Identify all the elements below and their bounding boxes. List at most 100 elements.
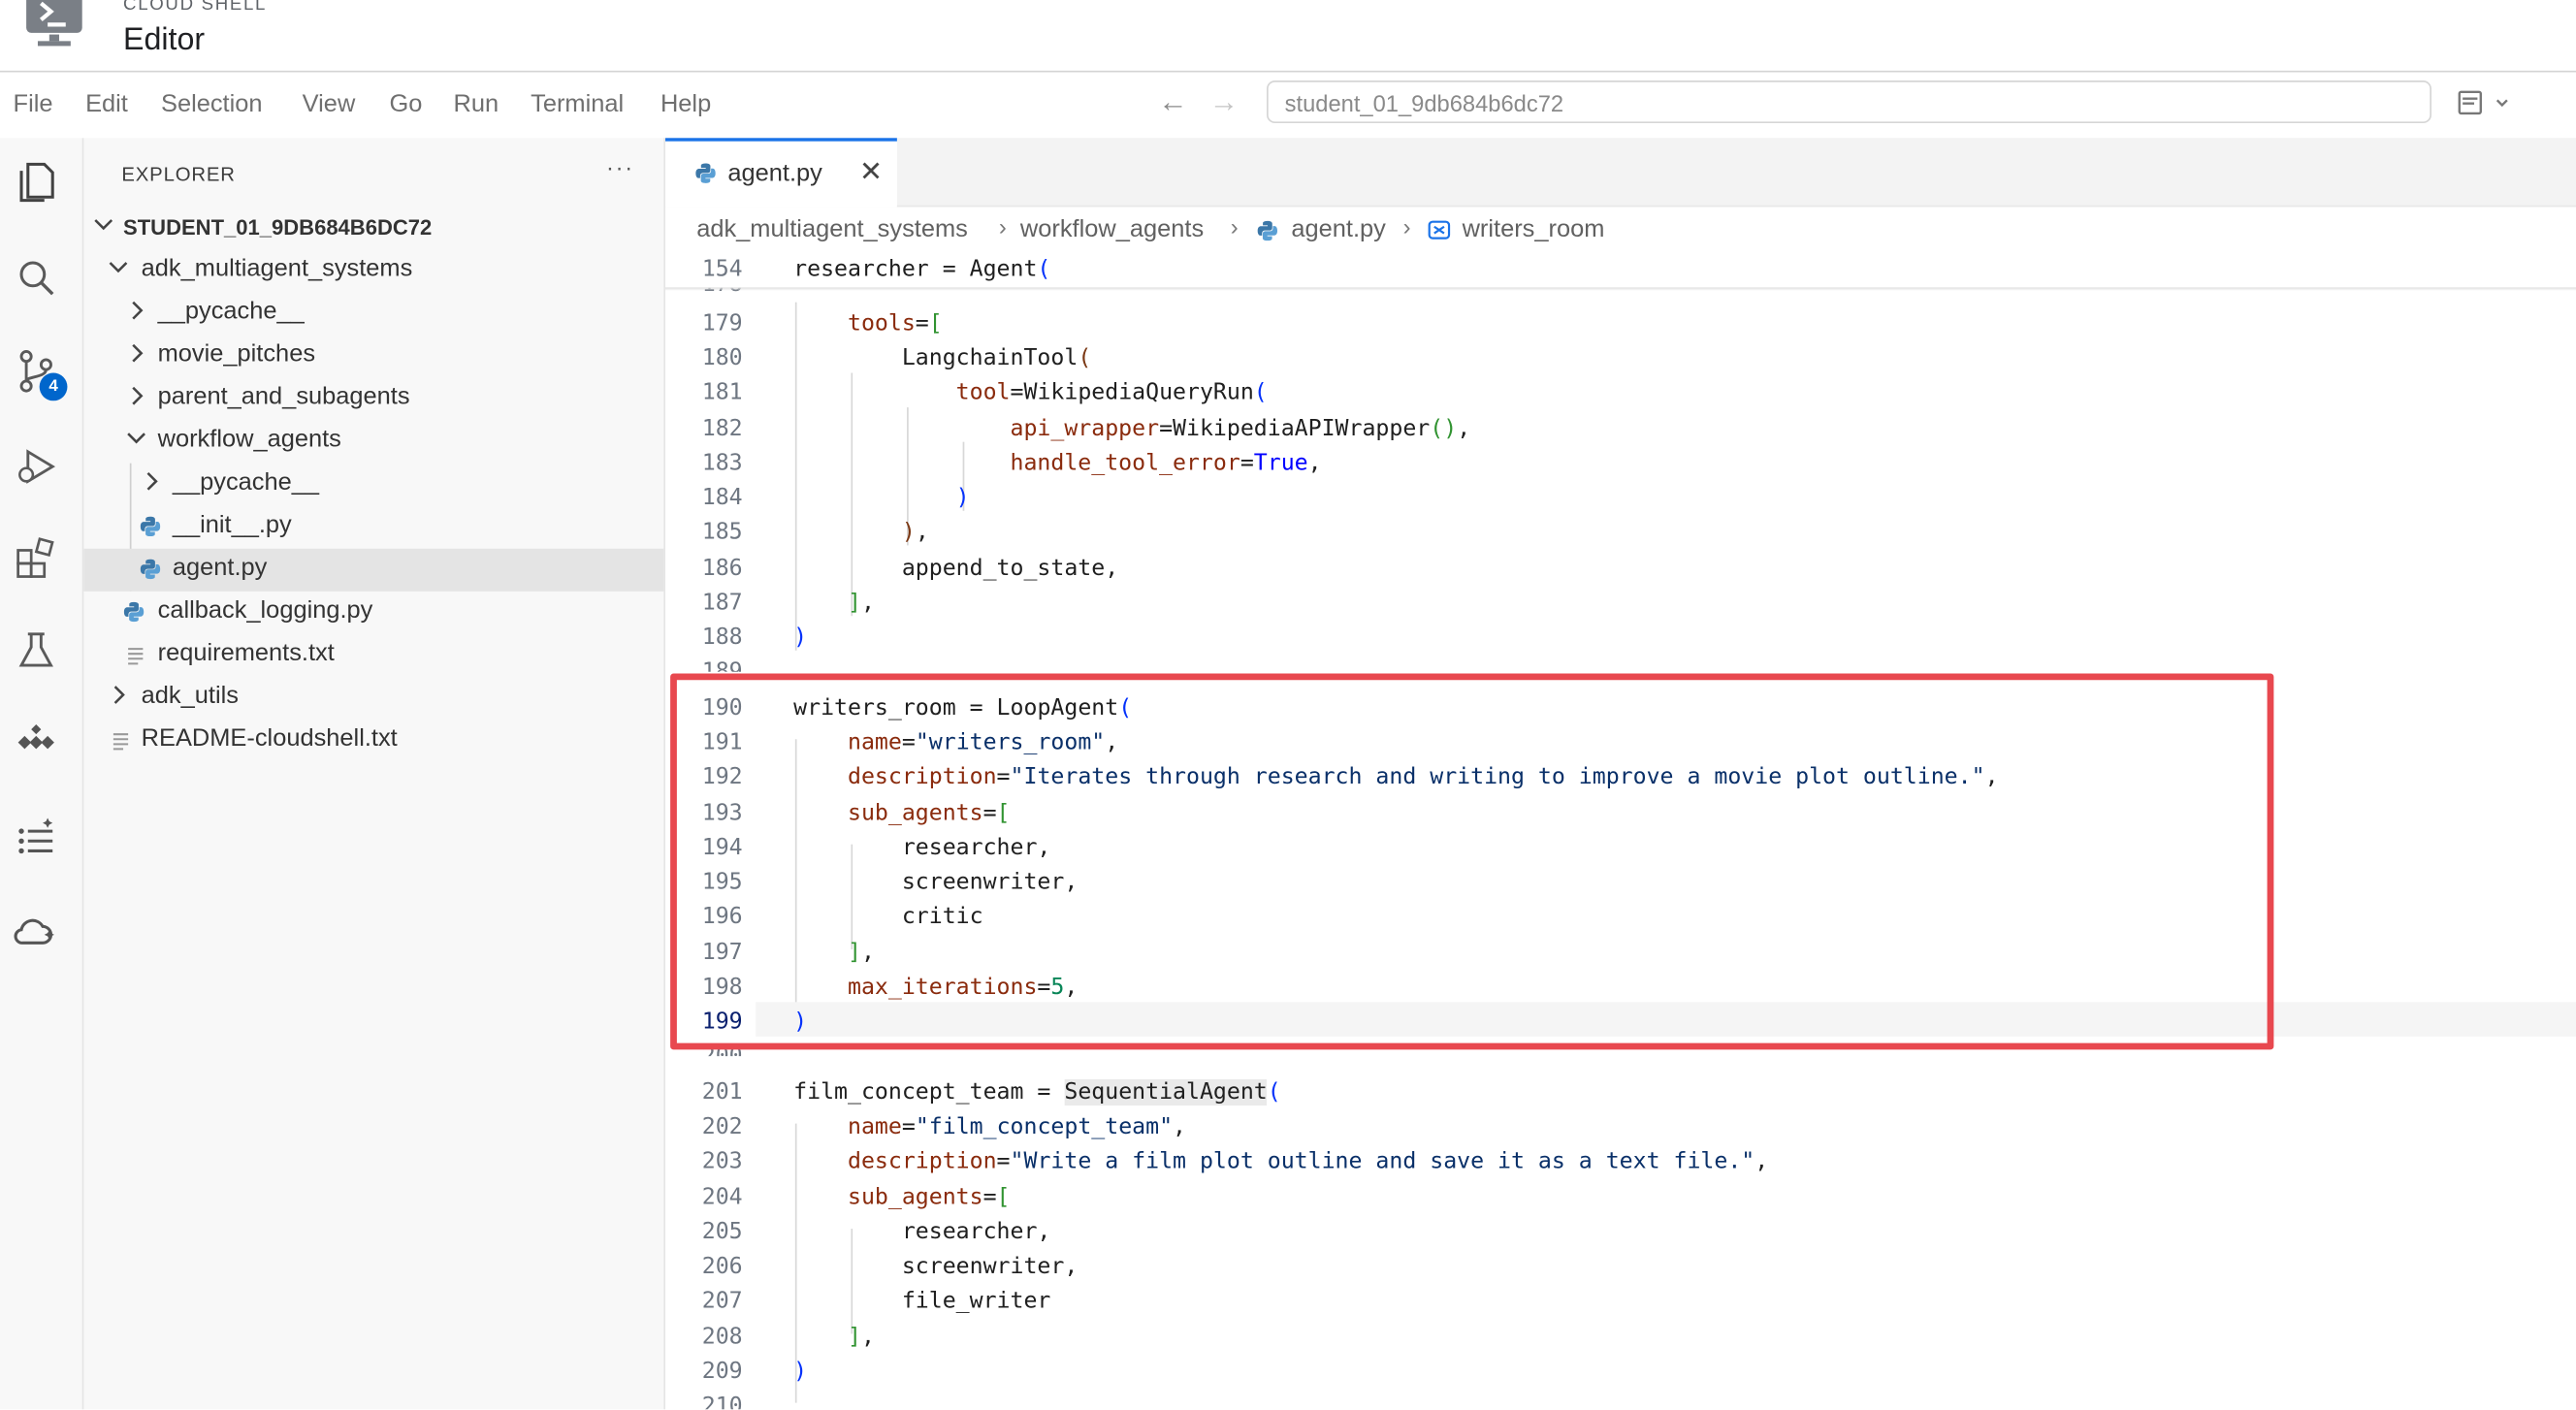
python-file-icon (695, 163, 716, 183)
brand-small: CLOUD SHELL (123, 0, 268, 16)
menu-run[interactable]: Run (454, 90, 499, 118)
tree-item-label: __pycache__ (157, 297, 305, 326)
line-number: 204 (701, 1184, 743, 1211)
menu-go[interactable]: Go (389, 90, 422, 118)
tree-file-selected[interactable]: agent.py (83, 548, 664, 592)
line-number: 188 (701, 624, 743, 651)
code-line: 185 ), (665, 516, 2576, 551)
line-number: 186 (701, 555, 743, 582)
sticky-scroll-line[interactable]: 154 researcher = Agent( (665, 252, 2576, 288)
chevron-down-icon (109, 262, 128, 273)
brand-title: Editor (123, 22, 206, 58)
code-line: 184 ) (665, 481, 2576, 516)
chevron-right-icon (146, 471, 158, 491)
code-line: 205 researcher, (665, 1215, 2576, 1250)
line-number: 185 (701, 519, 743, 546)
menu-help[interactable]: Help (660, 90, 711, 118)
tab-label: agent.py (727, 159, 822, 188)
cloud-shell-logo-icon (26, 0, 82, 47)
code-line: 181 tool=WikipediaQueryRun( (665, 376, 2576, 411)
chevron-right-icon (132, 343, 144, 363)
tree-folder[interactable]: movie_pitches (83, 336, 663, 378)
line-number: 205 (701, 1218, 743, 1245)
python-file-icon (140, 516, 161, 537)
breadcrumb-item[interactable]: workflow_agents (1020, 215, 1204, 243)
back-arrow-icon[interactable]: ← (1158, 85, 1187, 120)
highlight-annotation-box (670, 673, 2274, 1050)
variable-symbol-icon (1428, 220, 1451, 240)
tree-item-label: requirements.txt (157, 638, 335, 667)
code-line: 202 name="film_concept_team", (665, 1110, 2576, 1145)
line-number: 184 (701, 484, 743, 511)
tree-file[interactable]: callback_logging.py (83, 592, 663, 634)
app-header: CLOUD SHELL Editor (0, 0, 2576, 73)
code-line: 187 ], (665, 587, 2576, 622)
code-line: 201 film_concept_team = SequentialAgent( (665, 1076, 2576, 1111)
chevron-right-icon (113, 686, 125, 704)
text-file-icon (113, 733, 129, 751)
scm-count-badge: 4 (39, 372, 68, 401)
cloud-code-diamonds-icon[interactable] (14, 721, 59, 767)
text-file-icon (128, 648, 144, 665)
cloud-gemini-icon[interactable] (14, 907, 59, 952)
breadcrumb-item[interactable]: agent.py (1291, 215, 1385, 243)
tree-item-label: __pycache__ (172, 467, 320, 497)
line-number: 187 (701, 590, 743, 617)
tree-folder[interactable]: adk_multiagent_systems (83, 249, 663, 292)
explorer-more-actions-icon[interactable]: ··· (606, 154, 634, 180)
tab-agent-py[interactable]: agent.py ✕ (665, 138, 897, 208)
menu-bar: File Edit Selection View Go Run Terminal… (0, 72, 2576, 139)
explorer-title: EXPLORER (121, 162, 236, 186)
code-line: 182 api_wrapper=WikipediaAPIWrapper(), (665, 412, 2576, 447)
testing-flask-icon[interactable] (14, 627, 59, 673)
search-icon[interactable] (14, 255, 59, 301)
explorer-sidebar: EXPLORER ··· STUDENT_01_9DB684B6DC72 adk… (83, 138, 666, 1410)
line-number: 201 (701, 1078, 743, 1106)
tasks-list-icon[interactable] (14, 815, 59, 860)
tree-folder[interactable]: parent_and_subagents (83, 378, 663, 421)
breadcrumb-item[interactable]: writers_room (1463, 215, 1605, 243)
chevron-right-icon (132, 301, 144, 320)
sticky-scroll-shadow (665, 287, 2576, 291)
code-line: 179 tools=[ (665, 307, 2576, 342)
command-center-search[interactable]: student_01_9db684b6dc72 (1266, 80, 2431, 124)
tree-folder[interactable]: workflow_agents (83, 421, 663, 464)
menu-edit[interactable]: Edit (85, 90, 128, 118)
chevron-down-icon (127, 433, 145, 444)
tree-file[interactable]: requirements.txt (83, 634, 663, 677)
code-line: 186 append_to_state, (665, 552, 2576, 587)
activity-bar: 4 (0, 138, 84, 1410)
menu-view[interactable]: View (303, 90, 356, 118)
tree-folder[interactable]: __pycache__ (83, 293, 663, 336)
tree-folder[interactable]: adk_utils (83, 677, 663, 720)
line-number: 180 (701, 344, 743, 371)
line-number: 203 (701, 1148, 743, 1175)
line-number: 209 (701, 1358, 743, 1385)
breadcrumb-item[interactable]: adk_multiagent_systems (696, 215, 968, 243)
tree-item-label: agent.py (172, 553, 268, 582)
menu-file[interactable]: File (14, 90, 53, 118)
chevron-right-icon: › (1230, 213, 1239, 240)
code-line: 206 screenwriter, (665, 1250, 2576, 1285)
chevron-down-icon (94, 219, 113, 231)
line-number: 183 (701, 450, 743, 477)
code-line: 180 LangchainTool( (665, 341, 2576, 376)
close-icon[interactable]: ✕ (859, 156, 883, 189)
tree-root-folder[interactable]: STUDENT_01_9DB684B6DC72 (83, 207, 663, 249)
cloud-shell-editor-window: CLOUD SHELL Editor File Edit Selection V… (0, 0, 2576, 1410)
tree-file[interactable]: README-cloudshell.txt (83, 720, 663, 762)
run-debug-icon[interactable] (14, 443, 59, 489)
code-line-partial: 210 (665, 1393, 2576, 1409)
menu-terminal[interactable]: Terminal (531, 90, 624, 118)
tree-folder[interactable]: __pycache__ (83, 464, 663, 506)
forward-arrow-icon[interactable]: → (1209, 85, 1239, 120)
tree-file[interactable]: __init__.py (83, 506, 663, 549)
explorer-files-icon[interactable] (14, 158, 59, 204)
line-number: 202 (701, 1113, 743, 1140)
tree-root-label: STUDENT_01_9DB684B6DC72 (123, 214, 433, 240)
line-number: 154 (701, 256, 743, 283)
menu-selection[interactable]: Selection (161, 90, 263, 118)
extensions-icon[interactable] (14, 535, 59, 581)
code-line: 208 ], (665, 1321, 2576, 1356)
layout-customize-icon[interactable] (2458, 88, 2517, 117)
